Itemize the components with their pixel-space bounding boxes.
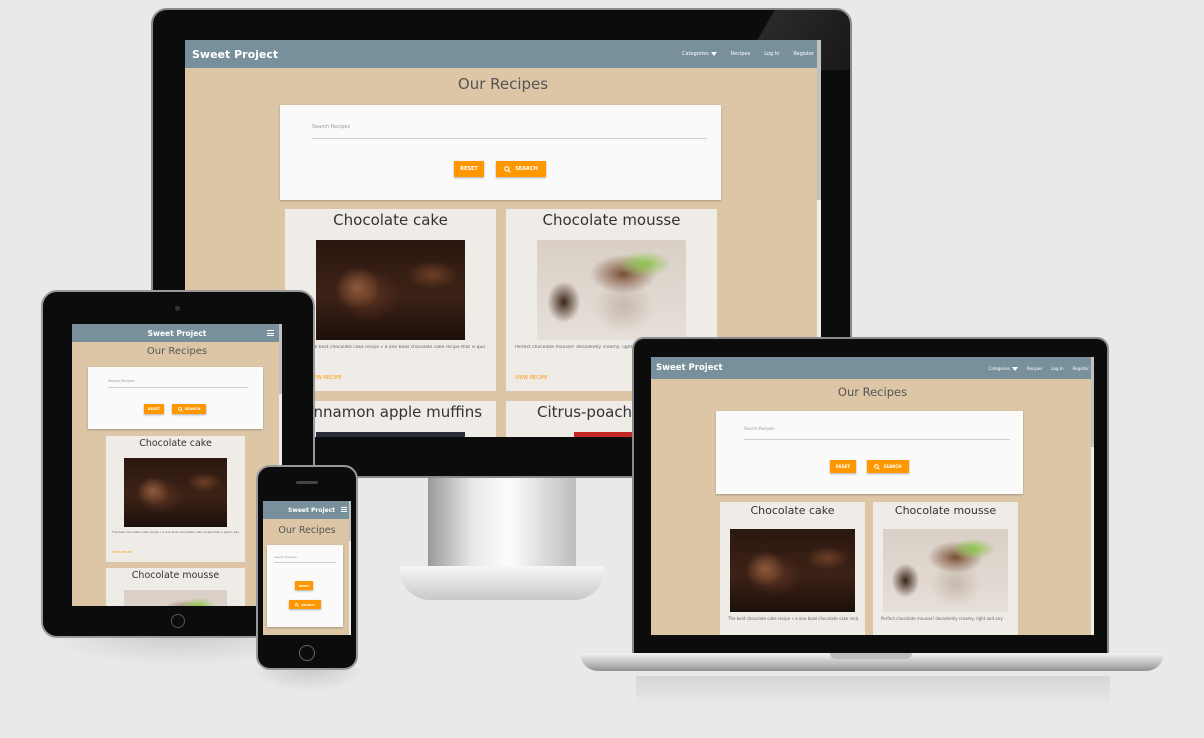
nav-register-link[interactable]: Register xyxy=(793,51,814,57)
search-button-label: SEARCH xyxy=(515,166,538,172)
phone-shadow xyxy=(250,668,368,692)
hamburger-menu-icon[interactable] xyxy=(267,330,274,336)
recipe-description: The best chocolate cake recipe « a one b… xyxy=(309,345,485,350)
phone-home-button[interactable] xyxy=(299,645,315,661)
page-scrollbar[interactable] xyxy=(1091,357,1094,635)
nav-login-link[interactable]: Log In xyxy=(1051,366,1063,371)
recipe-title: Chocolate cake xyxy=(750,504,835,517)
laptop-shadow xyxy=(636,676,1110,706)
page-title: Our Recipes xyxy=(457,75,549,93)
search-button[interactable]: SEARCH xyxy=(172,404,206,414)
brand-logo[interactable]: Sweet Project xyxy=(656,363,723,373)
search-button[interactable]: SEARCH xyxy=(496,161,546,177)
search-input[interactable]: Search Recipes xyxy=(312,124,707,139)
recipe-image[interactable] xyxy=(124,458,227,527)
recipe-title: Cinnamon apple muffins xyxy=(298,403,483,421)
brand-logo[interactable]: Sweet Project xyxy=(288,507,335,514)
navbar: Sweet Project Categories Recipes Log In … xyxy=(185,40,821,68)
search-button[interactable]: SEARCH xyxy=(289,600,321,609)
phone-screen: Sweet Project Our Recipes Search Recipes… xyxy=(263,501,351,635)
search-icon xyxy=(177,406,183,412)
recipe-image[interactable] xyxy=(316,432,465,437)
reset-button[interactable]: RESET xyxy=(454,161,484,177)
recipe-description: The best chocolate cake recipe « a one b… xyxy=(112,530,239,534)
navbar: Sweet Project xyxy=(263,501,351,519)
recipe-title: Chocolate mousse xyxy=(131,570,220,581)
search-button[interactable]: SEARCH xyxy=(867,460,909,473)
laptop-screen: Sweet Project Categories Recipes Log In … xyxy=(651,357,1094,635)
recipe-description: Perfect chocolate mousse! decadently cre… xyxy=(515,345,635,350)
search-panel: Search Recipes RESET SEARCH xyxy=(716,411,1023,494)
recipe-image[interactable] xyxy=(730,529,855,612)
monitor-stand-base xyxy=(400,566,604,600)
search-button-label: SEARCH xyxy=(184,407,201,411)
nav-categories-label: Categories xyxy=(681,51,709,57)
phone-speaker xyxy=(296,481,318,484)
reset-button[interactable]: RESET xyxy=(144,404,164,414)
view-recipe-link[interactable]: VIEW RECIPE xyxy=(112,550,131,554)
recipe-title: Chocolate cake xyxy=(333,211,448,229)
recipe-description: The best chocolate cake recipe « a one b… xyxy=(728,616,858,621)
recipe-card: Chocolate mousse Perfect chocolate mouss… xyxy=(873,502,1018,635)
search-input[interactable]: Search Recipes xyxy=(744,426,1010,440)
tablet-camera xyxy=(175,306,180,311)
recipe-image[interactable] xyxy=(883,529,1008,612)
search-button-label: SEARCH xyxy=(883,464,902,469)
page-scrollbar[interactable] xyxy=(349,501,351,635)
hamburger-menu-icon[interactable] xyxy=(341,507,347,512)
recipe-card: Cinnamon apple muffins xyxy=(285,401,496,437)
search-input[interactable]: Search Recipes xyxy=(274,555,336,563)
recipe-title: Chocolate mousse xyxy=(542,211,681,229)
brand-logo[interactable]: Sweet Project xyxy=(192,48,278,61)
nav-register-link[interactable]: Register xyxy=(1073,366,1089,371)
recipe-image[interactable] xyxy=(316,240,465,340)
recipe-card: Chocolate cake The best chocolate cake r… xyxy=(720,502,865,635)
search-icon xyxy=(874,463,881,470)
recipe-title: Chocolate cake xyxy=(139,438,212,449)
search-panel: Search Recipes RESET SEARCH xyxy=(267,545,343,627)
recipe-card: Chocolate cake The best chocolate cake r… xyxy=(285,209,496,391)
search-icon xyxy=(295,602,300,607)
nav-categories-dropdown[interactable]: Categories xyxy=(682,51,717,57)
nav-categories-label: Categories xyxy=(988,365,1010,371)
brand-logo[interactable]: Sweet Project xyxy=(148,329,207,338)
caret-down-icon xyxy=(710,51,717,56)
view-recipe-link[interactable]: VIEW RECIPE xyxy=(515,375,547,381)
tablet-screen: Sweet Project Our Recipes Search Recipes… xyxy=(72,324,282,606)
recipe-description: Perfect chocolate mousse! decadently cre… xyxy=(881,616,1003,621)
reset-button[interactable]: RESET xyxy=(830,460,856,473)
search-panel: Search Recipes RESET SEARCH xyxy=(88,367,263,429)
search-button-label: SEARCH xyxy=(301,602,315,607)
tablet-home-button[interactable] xyxy=(171,614,185,628)
navbar: Sweet Project xyxy=(72,324,282,342)
search-icon xyxy=(504,165,512,173)
search-input[interactable]: Search Recipes xyxy=(108,379,248,388)
recipe-title: Chocolate mousse xyxy=(894,504,997,517)
page-title: Our Recipes xyxy=(837,385,908,399)
navbar: Sweet Project Categories Recipes Log In … xyxy=(651,357,1094,379)
page-title: Our Recipes xyxy=(278,525,336,536)
caret-down-icon xyxy=(1011,366,1018,371)
recipe-image[interactable] xyxy=(537,240,686,340)
search-panel: Search Recipes RESET SEARCH xyxy=(280,105,721,200)
recipe-image[interactable] xyxy=(124,590,227,606)
monitor-stand-neck xyxy=(428,478,576,574)
page-title: Our Recipes xyxy=(146,346,208,357)
nav-recipes-link[interactable]: Recipes xyxy=(731,51,750,57)
reset-button[interactable]: RESET xyxy=(295,581,313,590)
recipe-card: Chocolate cake The best chocolate cake r… xyxy=(106,436,245,562)
nav-categories-dropdown[interactable]: Categories xyxy=(988,366,1018,371)
laptop-notch xyxy=(830,653,912,659)
recipe-card: Chocolate mousse xyxy=(106,568,245,606)
nav-login-link[interactable]: Log In xyxy=(764,51,779,57)
nav-recipes-link[interactable]: Recipes xyxy=(1027,366,1042,371)
